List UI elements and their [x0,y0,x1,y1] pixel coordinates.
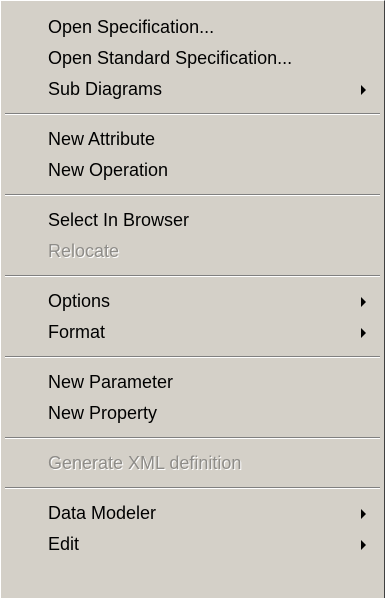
menu-separator [5,487,380,489]
menu-item-label: Data Modeler [48,503,157,523]
submenu-arrow-icon [361,84,366,95]
submenu-arrow-icon [361,327,366,338]
context-menu: Open Specification... Open Standard Spec… [0,0,385,598]
menu-item-select-in-browser[interactable]: Select In Browser [1,205,384,236]
submenu-arrow-icon [361,296,366,307]
menu-item-generate-xml-definition: Generate XML definition [1,448,384,479]
menu-item-options[interactable]: Options [1,286,384,317]
menu-item-label: Sub Diagrams [48,79,163,99]
menu-item-format[interactable]: Format [1,317,384,348]
menu-item-label: New Operation [48,160,169,180]
submenu-arrow-icon [361,539,366,550]
menu-item-edit[interactable]: Edit [1,529,384,560]
menu-separator [5,437,380,439]
menu-item-label: Options [48,291,111,311]
menu-item-sub-diagrams[interactable]: Sub Diagrams [1,74,384,105]
submenu-arrow-icon [361,508,366,519]
menu-item-new-operation[interactable]: New Operation [1,155,384,186]
menu-item-label: Edit [48,534,80,554]
menu-separator [5,194,380,196]
menu-item-label: Format [48,322,106,342]
menu-item-new-property[interactable]: New Property [1,398,384,429]
menu-item-label: Generate XML definition [48,453,242,473]
menu-item-new-parameter[interactable]: New Parameter [1,367,384,398]
menu-separator [5,113,380,115]
menu-separator [5,275,380,277]
menu-item-label: New Property [48,403,158,423]
menu-item-label: Select In Browser [48,210,190,230]
menu-item-label: New Attribute [48,129,156,149]
menu-item-label: Open Specification... [48,17,215,37]
menu-item-relocate: Relocate [1,236,384,267]
menu-item-open-specification[interactable]: Open Specification... [1,12,384,43]
menu-item-label: Relocate [48,241,120,261]
menu-item-label: Open Standard Specification... [48,48,293,68]
menu-item-open-standard-specification[interactable]: Open Standard Specification... [1,43,384,74]
menu-item-data-modeler[interactable]: Data Modeler [1,498,384,529]
menu-item-label: New Parameter [48,372,174,392]
menu-separator [5,356,380,358]
menu-item-new-attribute[interactable]: New Attribute [1,124,384,155]
